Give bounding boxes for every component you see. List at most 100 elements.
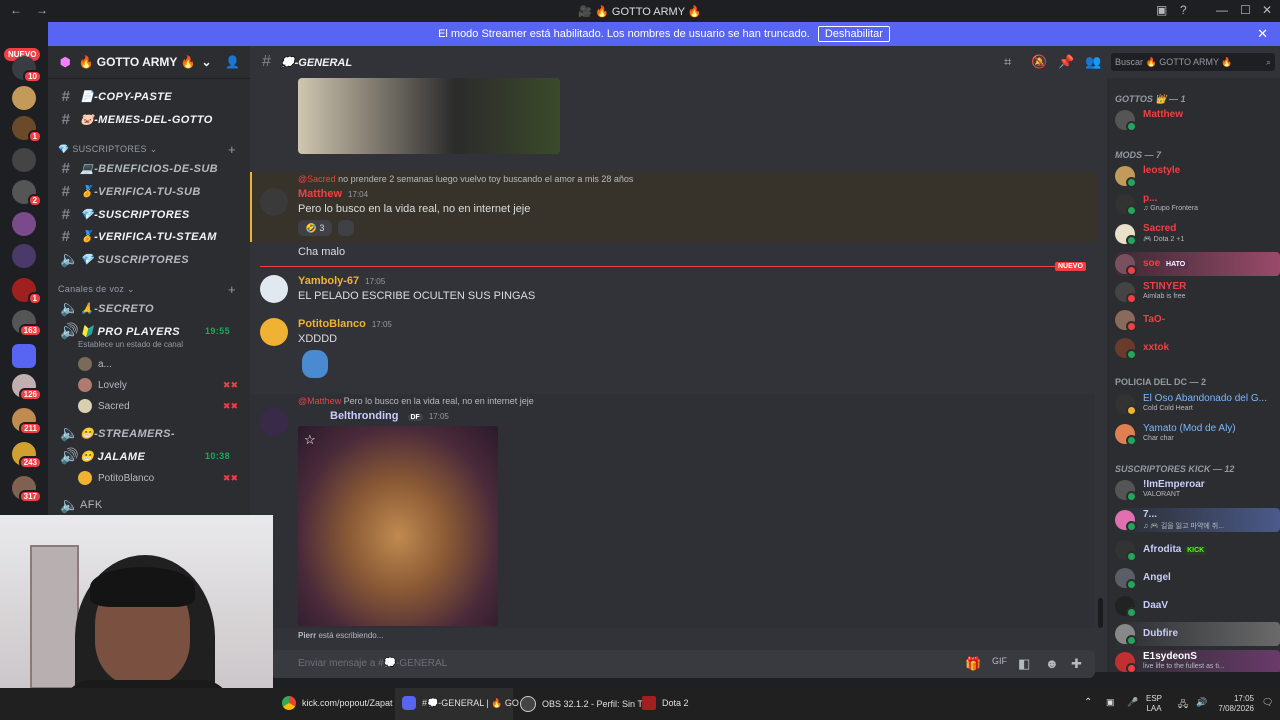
- avatar[interactable]: [260, 275, 288, 303]
- close-window-icon[interactable]: ✕: [1262, 3, 1272, 17]
- voice-user[interactable]: Sacred ✖✖: [78, 396, 238, 416]
- voice-user[interactable]: PotitoBlanco ✖✖: [78, 468, 238, 488]
- add-channel-icon[interactable]: +: [228, 282, 236, 297]
- channel-beneficios[interactable]: # 💻-BENEFICIOS-DE-SUB: [60, 158, 240, 178]
- server-icon[interactable]: 126: [12, 374, 42, 401]
- voice-user[interactable]: Lovely ✖✖: [78, 375, 238, 395]
- member-item[interactable]: soe HATO: [1115, 252, 1280, 276]
- voice-user[interactable]: a...: [78, 354, 238, 374]
- avatar[interactable]: [260, 188, 288, 216]
- member-item[interactable]: DaaV: [1115, 594, 1280, 618]
- add-reaction-icon[interactable]: [338, 220, 354, 236]
- reaction-button[interactable]: 🤣 3: [298, 220, 332, 236]
- disable-streamer-button[interactable]: Deshabilitar: [817, 26, 890, 42]
- message-composer[interactable]: Enviar mensaje a #💭-GENERAL 🎁 GIF ◧ ☻ ✚: [270, 650, 1095, 678]
- voice-channel-jalame[interactable]: 🔊 😁 JALAME 10:38: [60, 446, 240, 466]
- member-item[interactable]: El Oso Abandonado del G... Cold Cold Hear…: [1115, 392, 1280, 416]
- taskbar-chrome[interactable]: kick.com/popout/Zapat: [282, 696, 393, 710]
- message-author[interactable]: Belthronding DF 17:05: [330, 410, 449, 422]
- member-item[interactable]: E1sydeonS live life to the fullest as ti.…: [1115, 650, 1280, 672]
- sticker-icon[interactable]: ◧: [1018, 656, 1030, 672]
- pin-icon[interactable]: 📌: [1058, 54, 1074, 70]
- channel-copy-paste[interactable]: # 📄-COPY-PASTE: [60, 86, 240, 106]
- channel-verifica-steam[interactable]: # 🏅-VERIFICA-TU-STEAM: [60, 226, 240, 246]
- emoji-icon[interactable]: ☻: [1045, 656, 1059, 671]
- cat-gif-image[interactable]: [298, 426, 498, 626]
- apps-icon[interactable]: ✚: [1071, 656, 1082, 672]
- avatar[interactable]: [260, 318, 288, 346]
- embedded-image[interactable]: [298, 78, 560, 154]
- notification-icon[interactable]: 🗨: [1262, 697, 1273, 708]
- member-item[interactable]: Matthew: [1115, 108, 1280, 132]
- member-item[interactable]: Sacred 🎮 Dota 2 +1: [1115, 222, 1280, 246]
- voice-channel-streamers[interactable]: 🔈 😁-STREAMERS-: [60, 423, 240, 443]
- taskbar-discord[interactable]: #💭-GENERAL | 🔥 GO: [402, 696, 519, 710]
- scrollbar[interactable]: [1098, 598, 1103, 628]
- threads-icon[interactable]: ⌗: [1004, 54, 1011, 70]
- member-item[interactable]: leostyle: [1115, 164, 1280, 188]
- network-icon[interactable]: 🖧: [1178, 697, 1188, 713]
- notifications-icon[interactable]: 🔕: [1031, 54, 1047, 70]
- avatar[interactable]: [260, 408, 288, 436]
- server-icon[interactable]: 1: [12, 116, 42, 143]
- server-icon[interactable]: 317: [12, 476, 42, 503]
- folder-icon[interactable]: [12, 344, 36, 368]
- search-input[interactable]: Buscar 🔥 GOTTO ARMY 🔥 ⌕: [1111, 53, 1275, 71]
- member-item[interactable]: STINYER Aimlab is free: [1115, 280, 1280, 304]
- member-item[interactable]: Dubfire: [1115, 622, 1280, 646]
- server-icon[interactable]: 163: [12, 310, 42, 337]
- server-icon[interactable]: 211: [12, 408, 42, 435]
- chevron-up-icon[interactable]: ⌃: [1084, 697, 1092, 708]
- member-list-icon[interactable]: 👥: [1085, 54, 1101, 70]
- language-indicator[interactable]: ESP LAA: [1146, 694, 1162, 714]
- message-author[interactable]: PotitoBlanco 17:05: [298, 318, 392, 330]
- add-member-icon[interactable]: 👤: [225, 55, 240, 69]
- voice-channel-afk[interactable]: 🔈 AFK: [60, 495, 240, 515]
- server-icon[interactable]: [12, 244, 36, 268]
- server-icon[interactable]: 1: [12, 278, 42, 305]
- member-item[interactable]: Angel: [1115, 566, 1280, 590]
- composer-input[interactable]: Enviar mensaje a #💭-GENERAL: [298, 658, 447, 669]
- gif-icon[interactable]: GIF: [992, 656, 1007, 666]
- member-item[interactable]: TaO-: [1115, 308, 1280, 332]
- channel-memes[interactable]: # 🐷-MEMES-DEL-GOTTO: [60, 109, 240, 129]
- add-channel-icon[interactable]: +: [228, 142, 236, 157]
- server-icon[interactable]: [12, 212, 36, 236]
- category-voice[interactable]: Canales de voz ⌄: [58, 284, 135, 295]
- server-icon[interactable]: 243: [12, 442, 42, 469]
- star-icon[interactable]: ☆: [304, 432, 316, 448]
- channel-suscriptores[interactable]: # 💎-SUSCRIPTORES: [60, 204, 240, 224]
- member-item[interactable]: !ImEmperoar VALORANT: [1115, 478, 1280, 502]
- inbox-icon[interactable]: ▣: [1156, 3, 1167, 17]
- server-icon[interactable]: 2: [12, 180, 42, 207]
- close-icon[interactable]: ✕: [1257, 26, 1268, 42]
- voice-channel-pro-players[interactable]: 🔊 🔰 PRO PLAYERS 19:55: [60, 321, 240, 341]
- channel-verifica-sub[interactable]: # 🏅-VERIFICA-TU-SUB: [60, 181, 240, 201]
- channel-suscriptores-voice[interactable]: 🔈 💎 SUSCRIPTORES: [60, 249, 240, 269]
- message-author[interactable]: Yamboly-67 17:05: [298, 275, 385, 287]
- reply-context[interactable]: @Sacred no prendere 2 semanas luego vuel…: [298, 174, 633, 184]
- voice-channel-secreto[interactable]: 🔈 🙏-SECRETO: [60, 298, 240, 318]
- member-item[interactable]: p... ♫ Grupo Frontera: [1115, 192, 1280, 216]
- maximize-icon[interactable]: ☐: [1240, 3, 1251, 17]
- channel-status[interactable]: Establece un estado de canal: [78, 340, 183, 349]
- volume-icon[interactable]: 🔊: [1196, 697, 1207, 708]
- member-item[interactable]: Yamato (Mod de Aly) Char char: [1115, 422, 1280, 446]
- taskbar-obs[interactable]: OBS 32.1.2 - Perfil: Sin Tí: [520, 696, 645, 712]
- member-item[interactable]: Afrodita KICK: [1115, 538, 1280, 562]
- message-author[interactable]: Matthew 17:04: [298, 188, 368, 200]
- category-suscriptores[interactable]: 💎 SUSCRIPTORES ⌄: [58, 144, 157, 155]
- member-item[interactable]: 7... ♫ 🎮 길을 잃고 마약에 취...: [1115, 508, 1280, 532]
- member-item[interactable]: xxtok: [1115, 336, 1280, 360]
- help-icon[interactable]: ?: [1180, 3, 1187, 17]
- minimize-icon[interactable]: —: [1216, 3, 1228, 17]
- tray-icon[interactable]: ▣: [1106, 697, 1115, 708]
- gift-icon[interactable]: 🎁: [965, 656, 981, 672]
- sticker-image[interactable]: [302, 350, 328, 378]
- clock[interactable]: 17:05 7/08/2026: [1214, 694, 1254, 714]
- reply-context[interactable]: @Matthew Pero lo busco en la vida real, …: [298, 396, 534, 406]
- microphone-icon[interactable]: 🎤: [1127, 697, 1138, 708]
- guild-header[interactable]: ⬢ 🔥 GOTTO ARMY 🔥 ⌄ 👤: [48, 46, 250, 79]
- taskbar-dota[interactable]: Dota 2: [642, 696, 689, 710]
- server-icon[interactable]: [12, 148, 36, 172]
